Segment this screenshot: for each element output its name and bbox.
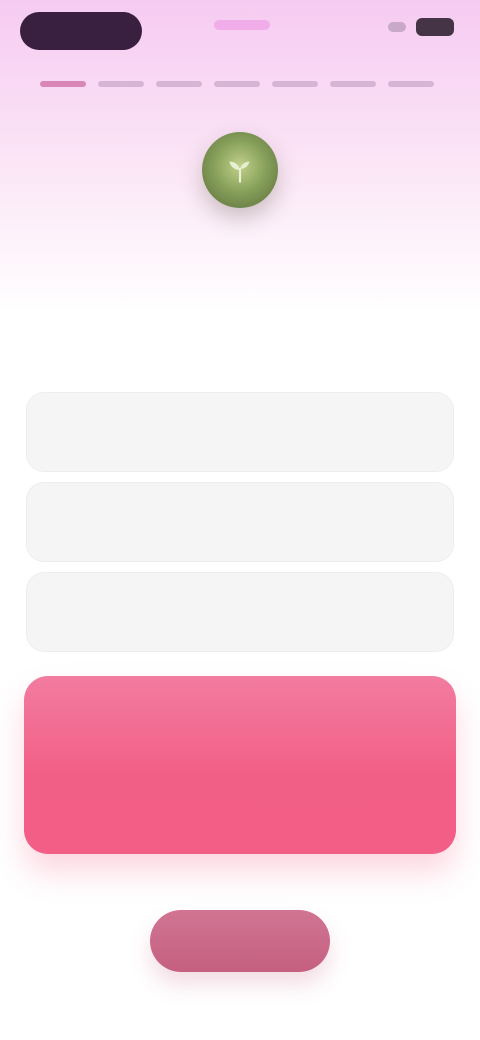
status-pill xyxy=(20,12,142,50)
option-3[interactable] xyxy=(26,572,454,652)
status-right xyxy=(388,18,454,36)
battery-icon xyxy=(416,18,454,36)
option-1[interactable] xyxy=(26,392,454,472)
seedling-icon xyxy=(229,161,250,183)
progress-step xyxy=(98,81,144,87)
progress-step xyxy=(40,81,86,87)
status-bar xyxy=(0,0,480,64)
signal-icon xyxy=(388,22,406,32)
progress-step xyxy=(214,81,260,87)
options-list xyxy=(26,392,454,662)
status-center-indicator xyxy=(214,20,270,30)
progress-step xyxy=(272,81,318,87)
progress-indicator xyxy=(40,78,460,90)
selected-option-card[interactable] xyxy=(24,676,456,854)
progress-step xyxy=(330,81,376,87)
progress-step xyxy=(156,81,202,87)
option-2[interactable] xyxy=(26,482,454,562)
continue-button[interactable] xyxy=(150,910,330,972)
progress-step xyxy=(388,81,434,87)
badge xyxy=(202,132,278,208)
